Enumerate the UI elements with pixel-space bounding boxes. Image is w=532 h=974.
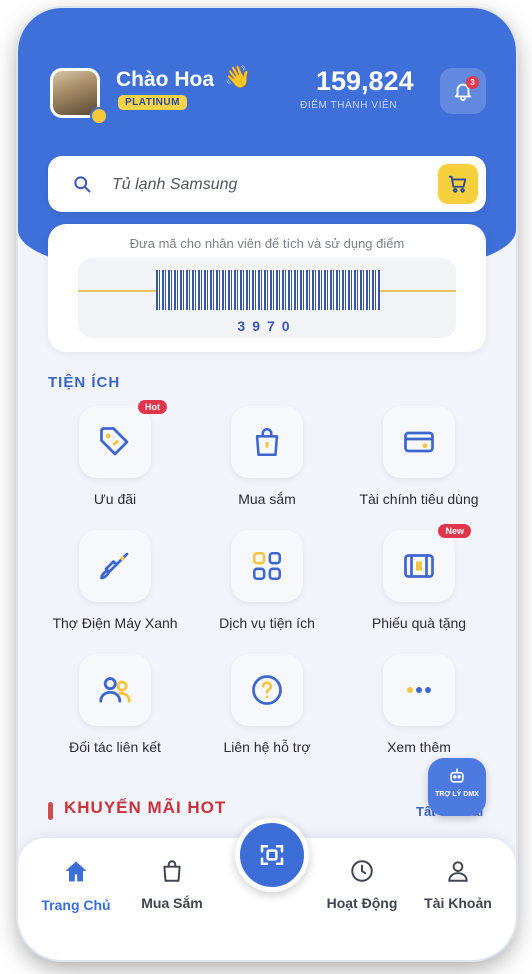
home-icon: [65, 861, 87, 882]
utility-phieu-qua-tang[interactable]: New Phiếu quà tặng: [344, 524, 494, 633]
hot-badge: Hot: [138, 400, 167, 414]
nav-shopping[interactable]: Mua Sắm: [122, 858, 222, 911]
cart-icon: [448, 175, 467, 193]
tile-icon-box: [231, 654, 303, 726]
utility-mua-sam[interactable]: Mua sắm: [192, 406, 342, 509]
search-icon: [74, 176, 91, 193]
partners-icon: [99, 677, 131, 703]
barcode-image: [156, 270, 380, 310]
brush-icon: [100, 552, 129, 580]
utility-xem-them[interactable]: Xem thêm: [344, 654, 494, 757]
utility-uu-dai[interactable]: Hot Ưu đãi: [40, 400, 190, 509]
tile-label: Mua sắm: [238, 491, 296, 507]
clock-icon: [351, 860, 373, 882]
tile-icon-box: [383, 406, 455, 478]
bag-icon: [163, 860, 181, 882]
nav-account[interactable]: Tài Khoản: [408, 858, 508, 911]
notification-button[interactable]: 3: [440, 68, 486, 114]
shopping-bag-icon: [255, 427, 279, 457]
cart-button[interactable]: [438, 164, 478, 204]
tile-icon-box: [231, 406, 303, 478]
scan-button[interactable]: [235, 818, 309, 892]
tile-label: Tài chính tiêu dùng: [359, 491, 479, 507]
card-icon: [404, 431, 434, 453]
tile-icon-box: [79, 654, 151, 726]
nav-label: Tài Khoản: [424, 895, 492, 911]
assistant-button[interactable]: TRỢ LÝ DMX: [428, 758, 486, 816]
tile-icon-box: Hot: [79, 400, 167, 478]
tile-label: Thợ Điện Máy Xanh: [52, 615, 178, 631]
notification-count-badge: 3: [466, 76, 479, 89]
user-icon: [448, 861, 468, 882]
tile-icon-box: [383, 654, 455, 726]
nav-home[interactable]: Trang Chủ: [26, 858, 126, 913]
grid-icon: [252, 551, 282, 581]
scan-icon: [260, 845, 284, 865]
tag-icon: [100, 427, 129, 456]
promo-marker: [48, 802, 53, 820]
utility-dich-vu[interactable]: Dịch vụ tiện ích: [192, 530, 342, 633]
question-icon: [252, 675, 282, 705]
online-indicator: [90, 107, 108, 125]
nav-label: Mua Sắm: [141, 895, 203, 911]
promo-title: KHUYẾN MÃI HOT: [64, 798, 227, 817]
tile-icon-box: [231, 530, 303, 602]
greeting-text: Chào Hoa: [116, 68, 215, 91]
points-label: ĐIỂM THÀNH VIÊN: [300, 100, 398, 111]
tile-icon-box: New: [383, 524, 471, 602]
voucher-icon: [404, 554, 434, 578]
tile-icon-box: [79, 530, 151, 602]
nav-label: Trang Chủ: [41, 897, 111, 913]
new-badge: New: [438, 524, 471, 538]
utility-lien-he[interactable]: Liên hệ hỗ trợ: [192, 654, 342, 757]
search-bar: [48, 156, 486, 212]
tile-label: Đối tác liên kết: [69, 739, 161, 755]
tile-label: Liên hệ hỗ trợ: [223, 739, 311, 755]
barcode-hint: Đưa mã cho nhân viên để tích và sử dụng …: [129, 236, 405, 251]
nav-label: Hoạt Động: [326, 895, 398, 911]
points-value: 159,824: [316, 66, 414, 96]
search-input[interactable]: [110, 166, 414, 204]
tile-label: Ưu đãi: [93, 491, 137, 507]
tile-label: Phiếu quà tặng: [371, 615, 467, 631]
more-icon: [407, 687, 431, 693]
tile-label: Dịch vụ tiện ích: [219, 615, 315, 631]
assistant-label: TRỢ LÝ DMX: [435, 791, 479, 798]
tile-label: Xem thêm: [387, 739, 451, 755]
membership-barcode-card[interactable]: Đưa mã cho nhân viên để tích và sử dụng …: [48, 224, 486, 352]
barcode-number: 3970: [237, 318, 297, 334]
utilities-title: TIỆN ÍCH: [48, 374, 121, 391]
wave-emoji: 👋: [224, 64, 252, 89]
robot-icon: [450, 768, 464, 783]
nav-activity[interactable]: Hoạt Động: [312, 858, 412, 911]
utility-doi-tac[interactable]: Đối tác liên kết: [40, 654, 190, 757]
utility-tho-dien-may-xanh[interactable]: Thợ Điện Máy Xanh: [40, 530, 190, 633]
phone-screen: Chào Hoa 👋 PLATINUM 159,824 ĐIỂM THÀNH V…: [18, 8, 516, 960]
barcode-box: 3970: [78, 258, 456, 338]
tier-badge: PLATINUM: [118, 95, 187, 110]
utility-tai-chinh[interactable]: Tài chính tiêu dùng: [344, 406, 494, 509]
